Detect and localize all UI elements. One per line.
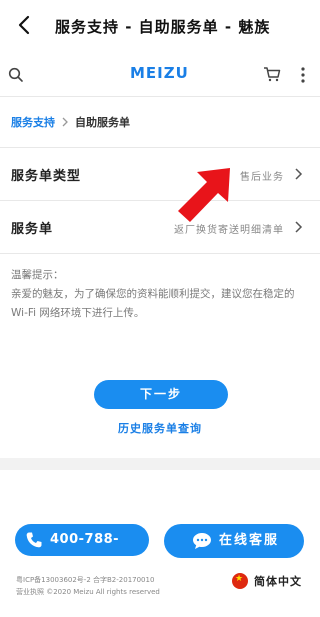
- breadcrumb-link-service-support[interactable]: 服务支持: [11, 114, 55, 130]
- header-divider: [0, 96, 320, 97]
- page-title: 服务支持 - 自助服务单 - 魅族: [55, 18, 271, 36]
- chat-bubble-icon: [193, 533, 211, 549]
- cart-icon[interactable]: [263, 65, 281, 83]
- history-query-link[interactable]: 历史服务单查询: [0, 420, 320, 436]
- service-order-row[interactable]: 服务单 返厂换货寄送明细清单: [0, 201, 320, 253]
- site-header: MEIZU: [0, 56, 320, 96]
- icp-line[interactable]: 粤ICP备13003602号-2 合字B2-20170010: [16, 574, 160, 586]
- search-icon[interactable]: [8, 67, 24, 83]
- tips-body: 亲爱的魅友，为了确保您的资料能顺利提交，建议您在稳定的 Wi-Fi 网络环境下进…: [11, 288, 295, 319]
- service-type-label: 服务单类型: [11, 169, 82, 184]
- online-support-button[interactable]: 在线客服: [164, 524, 304, 558]
- chevron-right-icon: [295, 221, 303, 233]
- tips-section: 温馨提示： 亲爱的魅友，为了确保您的资料能顺利提交，建议您在稳定的 Wi-Fi …: [11, 266, 311, 323]
- online-support-label: 在线客服: [219, 533, 280, 548]
- phone-icon: [26, 532, 42, 548]
- next-step-button[interactable]: 下一步: [94, 380, 228, 409]
- language-selector[interactable]: ★ 简体中文: [232, 573, 302, 589]
- copyright-line: 营业执照 ©2020 Meizu All rights reserved: [16, 588, 160, 596]
- section-spacer: [0, 458, 320, 470]
- back-arrow-icon[interactable]: [14, 14, 36, 36]
- chevron-right-icon: [295, 168, 303, 180]
- red-annotation-arrow-icon: [178, 168, 230, 222]
- service-order-label: 服务单: [11, 222, 54, 237]
- more-vertical-icon[interactable]: [301, 66, 305, 84]
- breadcrumb-current: 自助服务单: [75, 116, 130, 129]
- title-bar: 服务支持 - 自助服务单 - 魅族: [0, 0, 320, 52]
- row-divider: [0, 253, 320, 254]
- language-label: 简体中文: [254, 575, 302, 588]
- meizu-logo[interactable]: MEIZU: [130, 64, 189, 82]
- breadcrumb-chevron-icon: [62, 117, 68, 127]
- legal-info: 粤ICP备13003602号-2 合字B2-20170010 营业执照 ©202…: [16, 574, 160, 598]
- hotline-button[interactable]: 400-788-3333: [15, 524, 149, 579]
- service-type-row[interactable]: 服务单类型 售后业务: [0, 148, 320, 200]
- tips-heading: 温馨提示：: [11, 269, 64, 281]
- china-flag-icon: ★: [232, 573, 248, 589]
- breadcrumb: 服务支持 自助服务单: [11, 114, 130, 130]
